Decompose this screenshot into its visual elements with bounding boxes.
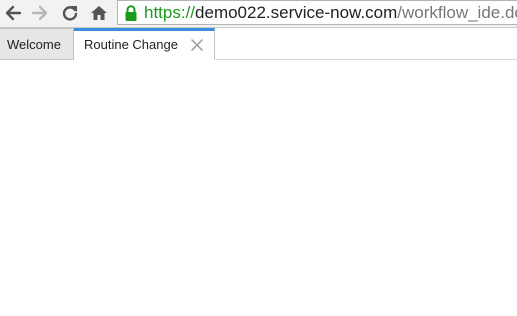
address-bar[interactable]: https://demo022.service-now.com/workflow… bbox=[117, 0, 517, 25]
app-tab-strip: Welcome Routine Change bbox=[0, 28, 517, 60]
url-text: https://demo022.service-now.com/workflow… bbox=[144, 2, 517, 24]
home-icon bbox=[91, 6, 107, 20]
close-icon[interactable] bbox=[191, 39, 203, 51]
tab-welcome[interactable]: Welcome bbox=[0, 28, 74, 60]
reload-button[interactable] bbox=[59, 2, 81, 24]
back-button[interactable] bbox=[2, 2, 24, 24]
forward-button[interactable] bbox=[29, 2, 51, 24]
forward-icon bbox=[31, 5, 48, 21]
tab-label: Welcome bbox=[7, 36, 61, 52]
url-host: demo022.service-now.com bbox=[195, 3, 398, 22]
reload-icon bbox=[62, 6, 78, 21]
back-icon bbox=[5, 5, 22, 21]
lock-icon bbox=[125, 5, 137, 21]
url-scheme: https:// bbox=[144, 3, 196, 22]
home-button[interactable] bbox=[88, 2, 110, 24]
tab-routine-change[interactable]: Routine Change bbox=[74, 28, 215, 60]
tab-label: Routine Change bbox=[84, 37, 178, 52]
url-path: /workflow_ide.do?s bbox=[397, 3, 517, 22]
browser-toolbar: https://demo022.service-now.com/workflow… bbox=[0, 0, 517, 28]
workflow-canvas bbox=[0, 60, 517, 316]
